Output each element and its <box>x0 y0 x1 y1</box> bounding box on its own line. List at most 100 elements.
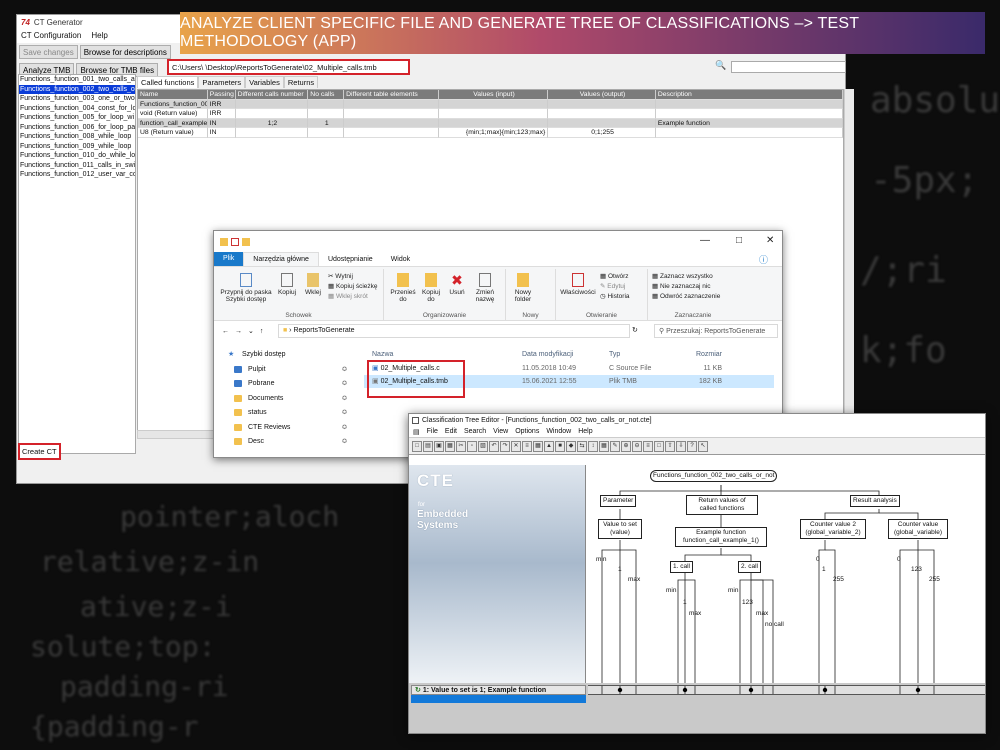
table-row[interactable]: U8 (Return value) IN {min;1;max}{min;123;m… <box>138 128 843 138</box>
nav-item-desktop[interactable]: Pulpit ✪ <box>214 363 360 378</box>
list-item[interactable]: Functions_function_003_one_or_two <box>19 94 135 104</box>
class-label[interactable]: 1 <box>683 599 687 606</box>
nav-item-cte-reviews[interactable]: CTE Reviews ✪ <box>214 421 360 436</box>
select-all-button[interactable]: ▦ Zaznacz wszystko <box>652 273 713 280</box>
expand-icon[interactable]: ↕ <box>588 440 598 452</box>
menu-search[interactable]: Search <box>464 428 486 435</box>
table-row[interactable]: void (Return value) IRR <box>138 109 843 119</box>
column-header[interactable]: Rozmiar <box>682 348 722 362</box>
nav-item-downloads[interactable]: Pobrane ✪ <box>214 377 360 392</box>
minimize-icon[interactable]: — <box>700 235 710 246</box>
classification-parameter[interactable]: Parameter <box>600 495 637 507</box>
pointer-icon[interactable]: ↖ <box>698 440 708 452</box>
delete-button[interactable]: ✖ Usuń <box>446 273 468 296</box>
tab-home[interactable]: Narzędzia główne <box>243 252 319 266</box>
test-case-mark[interactable] <box>682 687 688 693</box>
column-header[interactable]: Name <box>138 90 208 100</box>
search-input[interactable] <box>731 61 846 73</box>
classification-result-analysis[interactable]: Result analysis <box>850 495 900 507</box>
list-item[interactable]: Functions_function_008_while_loop <box>19 132 135 142</box>
move-to-button[interactable]: Przenieś do <box>390 273 416 303</box>
table-row[interactable]: function_call_example_ IN 1;2 1 Example func… <box>138 118 843 128</box>
class-label[interactable]: 255 <box>929 576 940 583</box>
copy-path-button[interactable]: ▦ Kopiuj ścieżkę <box>328 283 378 290</box>
paste-icon[interactable]: ▧ <box>478 440 488 452</box>
new-icon[interactable]: □ <box>412 440 422 452</box>
class-label[interactable]: min <box>728 587 738 594</box>
tree-root-node[interactable]: Functions_function_002_two_calls_or_not <box>650 470 778 482</box>
class-icon[interactable]: ■ <box>555 440 565 452</box>
properties-button[interactable]: Właściwości <box>560 273 596 296</box>
tab-view[interactable]: Widok <box>382 256 419 263</box>
undo-icon[interactable]: ↶ <box>489 440 499 452</box>
classification-call-1[interactable]: 1. call <box>670 561 693 573</box>
vertical-scrollbar[interactable] <box>844 89 854 430</box>
class-label[interactable]: 1 <box>618 566 622 573</box>
column-header[interactable]: No calls <box>308 90 345 100</box>
delete-icon[interactable]: ✕ <box>511 440 521 452</box>
nav-item-status[interactable]: status ✪ <box>214 406 360 421</box>
class-label[interactable]: max <box>689 610 701 617</box>
paste-button[interactable]: Wklej <box>302 273 324 296</box>
create-ct-button[interactable]: Create CT <box>18 443 61 460</box>
column-header[interactable]: Different calls number <box>235 90 309 100</box>
rows-icon[interactable]: ≡ <box>643 440 653 452</box>
column-header[interactable]: Description <box>655 90 843 100</box>
align-icon[interactable]: ≡ <box>522 440 532 452</box>
zoom-in-icon[interactable]: ⊕ <box>621 440 631 452</box>
close-icon[interactable]: ✕ <box>766 235 774 246</box>
tab-file[interactable]: Plik <box>214 252 244 266</box>
up-icon[interactable]: ↑ <box>260 328 264 335</box>
paste-shortcut-button[interactable]: ▦ Wklej skrót <box>328 293 368 300</box>
tmb-path-field[interactable]: C:\Users\ \Desktop\ReportsToGenerate\02_… <box>167 59 410 75</box>
tab-variables[interactable]: Variables <box>245 76 284 88</box>
invert-selection-button[interactable]: ▦ Odwróć zaznaczenie <box>652 293 720 300</box>
list-item[interactable]: Functions_function_001_two_calls_al <box>19 75 135 85</box>
test-case-mark[interactable] <box>617 687 623 693</box>
nav-item-documents[interactable]: Documents ✪ <box>214 392 360 407</box>
classification-value-to-set[interactable]: Value to set (value) <box>598 519 642 539</box>
menu-view[interactable]: View <box>493 428 508 435</box>
column-header[interactable]: Values (input) <box>438 90 549 100</box>
class-label[interactable]: min <box>596 556 606 563</box>
test-case-mark[interactable] <box>915 687 921 693</box>
down-icon[interactable]: ⇩ <box>676 440 686 452</box>
list-item[interactable]: Functions_function_006_for_loop_pa <box>19 123 135 133</box>
grid-icon[interactable]: ▦ <box>533 440 543 452</box>
print-icon[interactable]: ▦ <box>445 440 455 452</box>
select-none-button[interactable]: ▦ Nie zaznaczaj nic <box>652 283 711 290</box>
tab-share[interactable]: Udostępnianie <box>319 256 382 263</box>
classification-return-values[interactable]: Return values of called functions <box>686 495 758 515</box>
pen-icon[interactable]: ✎ <box>610 440 620 452</box>
test-case-mark[interactable] <box>748 687 754 693</box>
tab-returns[interactable]: Returns <box>283 76 319 88</box>
list-item[interactable]: Functions_function_010_do_while_lo <box>19 151 135 161</box>
save-icon[interactable]: ▣ <box>434 440 444 452</box>
class-label[interactable]: 255 <box>833 576 844 583</box>
menu-edit[interactable]: Edit <box>445 428 457 435</box>
class-label[interactable]: 123 <box>742 599 753 606</box>
chevron-down-icon[interactable]: ⌄ <box>248 327 254 335</box>
cut-button[interactable]: ✂ Wytnij <box>328 273 353 280</box>
maximize-icon[interactable]: □ <box>736 235 742 246</box>
back-icon[interactable]: ← <box>222 328 229 335</box>
up-icon[interactable]: ⇧ <box>665 440 675 452</box>
tab-called-functions[interactable]: Called functions <box>137 76 199 88</box>
classification-call-2[interactable]: 2. call <box>738 561 761 573</box>
cut-icon[interactable]: ✂ <box>456 440 466 452</box>
pin-quick-access-button[interactable]: Przypnij do paska Szybki dostęp <box>218 273 274 303</box>
column-header[interactable]: Different table elements <box>344 90 439 100</box>
class-label[interactable]: max <box>756 610 768 617</box>
list-item[interactable]: Functions_function_012_user_var_co <box>19 170 135 180</box>
browse-descriptions-button[interactable]: Browse for descriptions <box>79 45 171 59</box>
menu-ct-configuration[interactable]: CT Configuration <box>21 31 81 41</box>
classification-counter-value[interactable]: Counter value (global_variable) <box>888 519 948 539</box>
refresh-icon[interactable]: ↻ <box>632 326 638 334</box>
menu-help[interactable]: Help <box>578 428 592 435</box>
open-icon[interactable]: ▤ <box>423 440 433 452</box>
copy-to-button[interactable]: Kopiuj do <box>418 273 444 303</box>
history-button[interactable]: ◷ Historia <box>600 293 630 300</box>
class-label[interactable]: no call <box>765 621 784 628</box>
search-input[interactable]: ⚲ Przeszukaj: ReportsToGenerate <box>654 324 778 338</box>
new-folder-button[interactable]: Nowy folder <box>510 273 536 303</box>
